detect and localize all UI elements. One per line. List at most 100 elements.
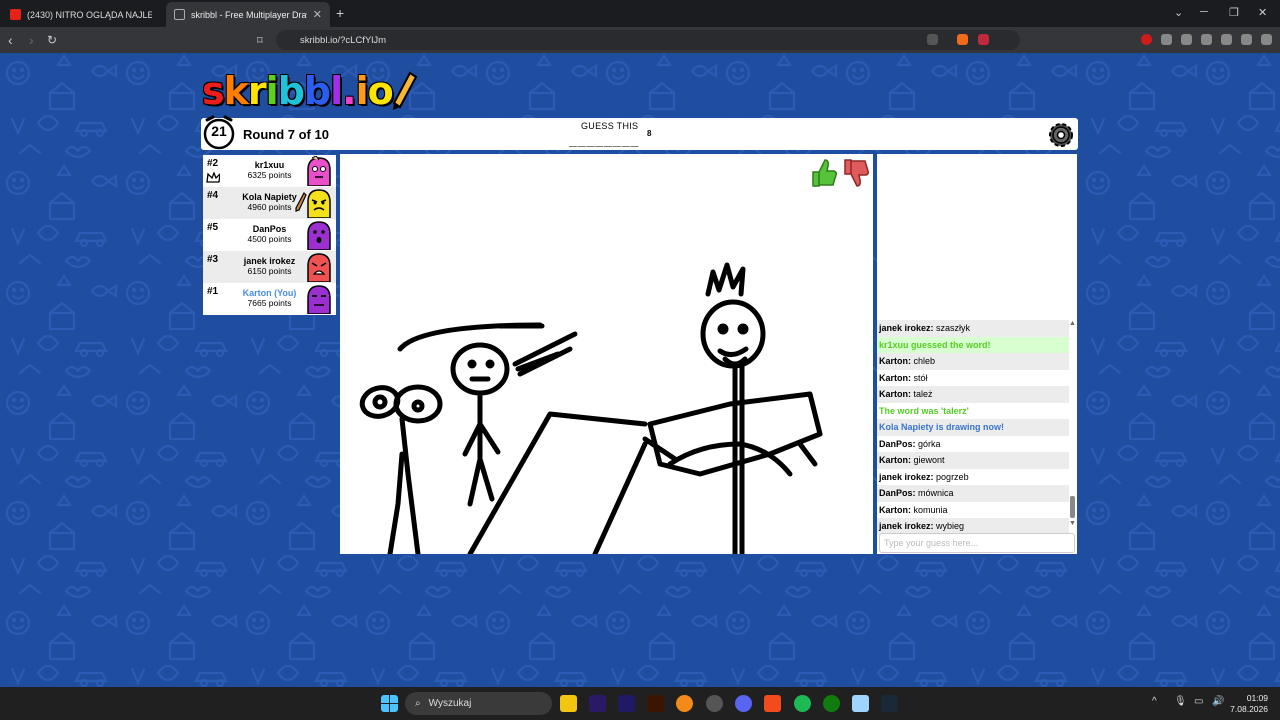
scroll-up-icon[interactable]: ▲ (1069, 320, 1076, 327)
player-name: DanPos (252, 224, 287, 234)
round-timer: 21 (211, 123, 227, 139)
tab-title: (2430) NITRO OGLĄDA NAJLEPSZE M (27, 9, 152, 20)
network-icon[interactable]: ▭ (1194, 696, 1203, 707)
windows-taskbar: ⌕ Wyszukaj ^ 🎙 ▭ 🔊 01:09 7.08.2026 (0, 687, 1280, 720)
reload-icon[interactable]: ↻ (47, 33, 57, 47)
tray-chevron-icon[interactable]: ^ (1152, 696, 1157, 707)
back-icon[interactable]: ‹ (8, 32, 13, 48)
steam-icon[interactable] (881, 695, 898, 712)
vpn-icon[interactable] (1241, 34, 1252, 45)
player-avatar (307, 189, 331, 218)
game-header: 21 Round 7 of 10 GUESS THIS ________ 8 (201, 115, 1078, 150)
illustrator-icon[interactable] (647, 695, 664, 712)
skribbl-favicon-icon (174, 9, 185, 20)
volume-icon[interactable]: 🔊 (1212, 696, 1224, 707)
browser-tab-bar: (2430) NITRO OGLĄDA NAJLEPSZE M skribbl … (0, 0, 1280, 27)
new-tab-icon[interactable]: + (336, 5, 344, 21)
chat-message: Karton: komunia (877, 502, 1069, 519)
guess-this-label: GUESS THIS (581, 121, 639, 131)
chat-username: DanPos: (879, 488, 916, 498)
brave-rewards-icon[interactable] (978, 34, 989, 45)
chat-message: Kola Napiety is drawing now! (877, 419, 1069, 436)
player-avatar (307, 253, 331, 282)
guess-input[interactable]: Type your guess here... (879, 533, 1075, 553)
chat-username: Karton: (879, 389, 911, 399)
address-toolbar: ‹ › ↻ ⌑ skribbl.io/?cLCfYlJm (0, 27, 1280, 53)
skribbl-page: skribbl.io 21 Round 7 of 10 GUESS THIS _… (0, 53, 1280, 687)
file-explorer-icon[interactable] (560, 695, 577, 712)
premiere-icon[interactable] (589, 695, 606, 712)
xbox-icon[interactable] (823, 695, 840, 712)
chat-username: DanPos: (879, 438, 916, 449)
round-indicator: Round 7 of 10 (243, 127, 329, 142)
brave-shield-icon[interactable] (957, 34, 968, 45)
windows-start-icon[interactable] (381, 695, 398, 712)
minimize-icon[interactable]: ─ (1200, 6, 1208, 18)
chat-text: pogrzeb (936, 471, 969, 482)
clock-time: 01:09 (1246, 693, 1268, 703)
forward-icon[interactable]: › (29, 32, 34, 48)
after-effects-icon[interactable] (618, 695, 635, 712)
translate-icon[interactable] (927, 34, 938, 45)
record-extension-icon[interactable] (1141, 34, 1152, 45)
player-row[interactable]: #4 Kola Napiety 4960 points (203, 187, 336, 219)
taskbar-clock[interactable]: 01:09 7.08.2026 (1230, 693, 1268, 715)
player-row[interactable]: #5 DanPos 4500 points (203, 219, 336, 251)
obs-icon[interactable] (706, 695, 723, 712)
taskbar-search[interactable]: ⌕ Wyszukaj (405, 692, 552, 715)
microphone-icon[interactable]: 🎙 (1174, 696, 1187, 707)
cloud-icon[interactable] (852, 695, 869, 712)
player-avatar (307, 221, 331, 250)
tab-youtube[interactable]: (2430) NITRO OGLĄDA NAJLEPSZE M (2, 2, 165, 27)
sidebar-icon[interactable] (1181, 34, 1192, 45)
leo-ai-icon[interactable] (1221, 34, 1232, 45)
close-window-icon[interactable]: ✕ (1258, 6, 1267, 19)
brave-icon[interactable] (764, 695, 781, 712)
chat-panel: janek irokez: szaszłyk kr1xuu guessed the… (877, 154, 1077, 554)
word-hint: ________ (569, 132, 640, 148)
url-text: skribbl.io/?cLCfYlJm (300, 34, 387, 46)
discord-icon[interactable] (735, 695, 752, 712)
player-rank: #4 (207, 190, 219, 201)
chat-text: tależ (913, 389, 933, 399)
chat-scrollbar[interactable]: ▲ ▼ (1069, 320, 1076, 528)
url-field[interactable]: skribbl.io/?cLCfYlJm (276, 30, 1020, 50)
player-row[interactable]: #1 Karton (You) 7665 points (203, 283, 336, 315)
tab-list-chevron-icon[interactable]: ⌄ (1174, 6, 1183, 19)
drawing-canvas[interactable] (340, 154, 873, 554)
chat-username: Karton: (879, 455, 911, 465)
chat-message: kr1xuu guessed the word! (877, 336, 1069, 353)
chat-username: Karton: (879, 372, 911, 383)
settings-gear-icon[interactable] (1046, 120, 1076, 150)
player-row[interactable]: #3 janek irokez 6150 points (203, 251, 336, 283)
logo-pencil-icon (392, 71, 418, 110)
menu-icon[interactable] (1261, 34, 1272, 45)
wallet-icon[interactable] (1201, 34, 1212, 45)
maximize-icon[interactable]: ❐ (1229, 6, 1239, 19)
chat-text: giewont (913, 455, 945, 465)
chat-message: Karton: tależ (877, 386, 1069, 403)
drawing-strokes (359, 262, 823, 554)
player-name: kr1xuu (254, 160, 285, 170)
tab-skribbl[interactable]: skribbl - Free Multiplayer Drawin ✕ (166, 2, 330, 27)
thumbs-up-icon[interactable] (809, 158, 837, 188)
close-tab-icon[interactable]: ✕ (313, 8, 322, 21)
thumbs-down-icon[interactable] (841, 158, 869, 188)
player-rank: #5 (207, 222, 219, 233)
player-row[interactable]: #2 kr1xuu 6325 points (203, 155, 336, 187)
app-icon[interactable] (676, 695, 693, 712)
scroll-down-icon[interactable]: ▼ (1069, 520, 1076, 527)
chat-text: chleb (913, 356, 936, 366)
extensions-icon[interactable] (1161, 34, 1172, 45)
bookmark-icon[interactable]: ⌑ (257, 34, 263, 47)
scrollbar-thumb[interactable] (1070, 496, 1075, 518)
chat-text: wybieg (936, 521, 965, 531)
player-rank: #1 (207, 286, 219, 297)
player-points: 6150 points (247, 266, 292, 276)
chat-username: Karton: (879, 356, 911, 366)
player-name: janek irokez (243, 256, 296, 266)
chat-message: janek irokez: szaszłyk (877, 320, 1069, 337)
spotify-icon[interactable] (794, 695, 811, 712)
chat-message: Karton: chleb (877, 353, 1069, 370)
search-icon: ⌕ (415, 698, 421, 709)
